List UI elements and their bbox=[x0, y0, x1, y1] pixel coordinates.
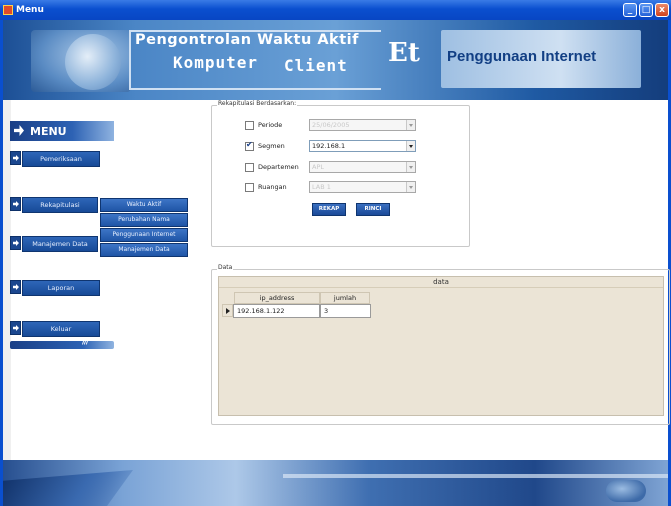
menu-header-label: MENU bbox=[30, 124, 67, 138]
departemen-select[interactable]: APL bbox=[309, 161, 416, 173]
menu-manajemen-data-button[interactable]: Manajemen Data bbox=[22, 236, 98, 252]
ruangan-value: LAB 1 bbox=[312, 183, 331, 191]
footer-decoration bbox=[283, 474, 668, 478]
close-button[interactable]: x bbox=[655, 3, 669, 17]
data-group-title: Data bbox=[217, 264, 234, 271]
footer-banner bbox=[3, 460, 668, 506]
periode-label: Periode bbox=[258, 121, 283, 129]
submenu-waktu-aktif-button[interactable]: Waktu Aktif bbox=[100, 198, 188, 212]
periode-checkbox[interactable] bbox=[245, 120, 254, 130]
footer-decoration bbox=[606, 480, 646, 502]
banner-title: Pengontrolan Waktu Aktif bbox=[135, 32, 359, 48]
footer-decoration bbox=[3, 470, 133, 506]
ruangan-label: Ruangan bbox=[258, 183, 287, 191]
segmen-row: Segmen bbox=[245, 140, 285, 152]
menu-rekapitulasi-button[interactable]: Rekapitulasi bbox=[22, 197, 98, 213]
periode-value: 25/06/2005 bbox=[312, 121, 350, 129]
departemen-checkbox[interactable] bbox=[245, 162, 254, 172]
arrow-right-icon bbox=[10, 151, 21, 165]
periode-row: Periode bbox=[245, 119, 282, 131]
chevron-down-icon[interactable] bbox=[406, 182, 415, 192]
banner-subtitle: Komputer bbox=[173, 53, 259, 72]
maximize-button[interactable]: □ bbox=[639, 3, 653, 17]
segmen-checkbox[interactable] bbox=[245, 140, 254, 151]
departemen-value: APL bbox=[312, 163, 324, 171]
minimize-button[interactable]: _ bbox=[623, 3, 637, 17]
rinci-button[interactable]: RINCI bbox=[356, 203, 390, 216]
banner-divider bbox=[129, 88, 381, 90]
rekap-button[interactable]: REKAP bbox=[312, 203, 346, 216]
banner-subtitle-client: Client bbox=[284, 56, 348, 75]
periode-select[interactable]: 25/06/2005 bbox=[309, 119, 416, 131]
title-bar: Menu _ □ x bbox=[0, 0, 671, 20]
column-header-ip-address[interactable]: ip_address bbox=[234, 292, 320, 304]
menu-header: MENU bbox=[10, 121, 114, 141]
menu-laporan-button[interactable]: Laporan bbox=[22, 280, 100, 296]
arrow-right-icon bbox=[10, 197, 21, 211]
arrow-right-icon bbox=[10, 236, 21, 250]
logo-icon: Et bbox=[388, 38, 420, 68]
submenu-penggunaan-internet-button[interactable]: Penggunaan Internet bbox=[100, 228, 188, 242]
submenu-perubahan-nama-button[interactable]: Perubahan Nama bbox=[100, 213, 188, 227]
table-cell-jumlah[interactable]: 3 bbox=[320, 304, 371, 318]
table-cell-ip-address[interactable]: 192.168.1.122 bbox=[233, 304, 320, 318]
segmen-label: Segmen bbox=[258, 142, 285, 150]
chevron-down-icon[interactable] bbox=[406, 120, 415, 130]
departemen-row: Departemen bbox=[245, 161, 299, 173]
globe-icon bbox=[65, 34, 121, 90]
data-grid[interactable]: data ip_address jumlah 192.168.1.122 3 bbox=[218, 276, 664, 416]
menu-keluar-button[interactable]: Keluar bbox=[22, 321, 100, 337]
menu-pemeriksaan-button[interactable]: Pemeriksaan bbox=[22, 151, 100, 167]
chevron-down-icon[interactable] bbox=[406, 141, 415, 151]
departemen-label: Departemen bbox=[258, 163, 299, 171]
header-banner: Pengontrolan Waktu Aktif Komputer Client… bbox=[3, 20, 668, 100]
ruangan-select[interactable]: LAB 1 bbox=[309, 181, 416, 193]
window-title: Menu bbox=[16, 5, 44, 15]
rekap-group-title: Rekapitulasi Berdasarkan: bbox=[217, 100, 298, 107]
ruangan-checkbox[interactable] bbox=[245, 182, 254, 192]
segmen-select[interactable]: 192.168.1 bbox=[309, 140, 416, 152]
arrow-right-icon bbox=[10, 280, 21, 294]
menu-footer bbox=[10, 337, 114, 349]
app-icon bbox=[3, 5, 13, 15]
column-header-jumlah[interactable]: jumlah bbox=[320, 292, 370, 304]
segmen-value: 192.168.1 bbox=[312, 142, 346, 150]
arrow-right-icon bbox=[14, 125, 24, 136]
banner-tagline: Penggunaan Internet bbox=[447, 48, 597, 65]
chevron-down-icon[interactable] bbox=[406, 162, 415, 172]
ruangan-row: Ruangan bbox=[245, 181, 287, 193]
submenu-manajemen-data-button[interactable]: Manajemen Data bbox=[100, 243, 188, 257]
row-indicator-icon[interactable] bbox=[222, 304, 233, 317]
banner-divider bbox=[129, 30, 131, 88]
arrow-right-icon bbox=[10, 321, 21, 335]
grid-caption: data bbox=[219, 277, 663, 288]
